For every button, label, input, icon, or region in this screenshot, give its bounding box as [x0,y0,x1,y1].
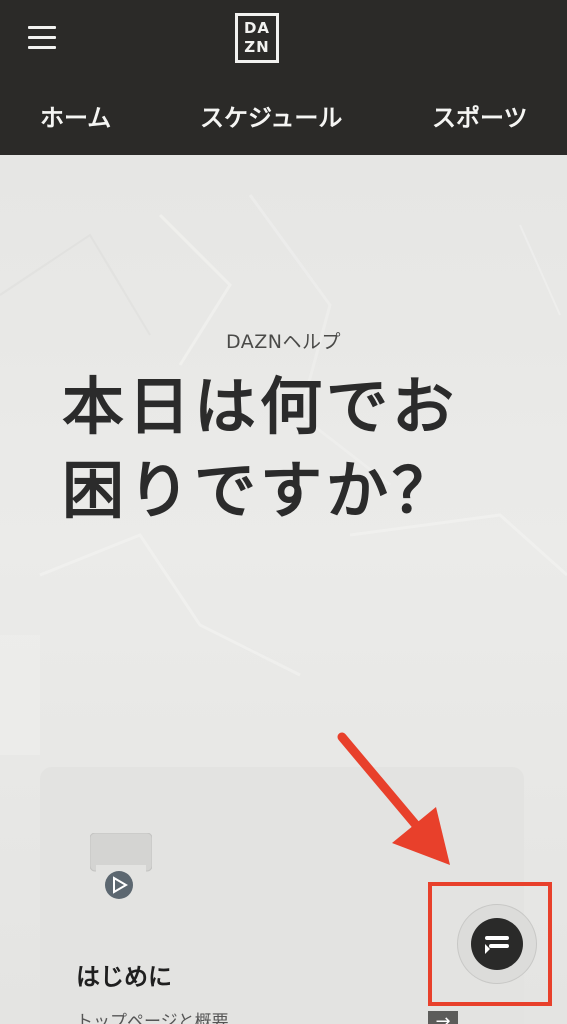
chat-support-button[interactable] [457,904,537,984]
nav-home[interactable]: ホーム [40,98,111,133]
hero-section: DAZNヘルプ 本日は何でお 困りですか？ はじめに トップページと概要 → [0,155,567,1024]
main-nav: ホーム スケジュール スポーツ [0,98,567,138]
play-video-icon [89,832,153,903]
dazn-logo[interactable]: DA ZN [235,13,279,63]
help-subtitle: DAZNヘルプ [225,331,342,353]
logo-text-top: DA [243,19,271,37]
headline-line-1: 本日は何でお [62,370,459,443]
getting-started-card[interactable]: はじめに トップページと概要 → [40,767,524,1024]
headline-line-2: 困りですか？ [62,454,459,527]
arrow-right-icon[interactable]: → [428,1011,458,1024]
nav-schedule[interactable]: スケジュール [200,98,342,133]
chat-bubble-icon [471,918,523,970]
card-subtext: トップページと概要 [76,1012,229,1024]
page-headline: 本日は何でお 困りですか？ [62,365,522,533]
hamburger-menu-icon[interactable] [28,26,56,50]
logo-text-bottom: ZN [244,38,270,56]
top-header: DA ZN ホーム スケジュール スポーツ [0,0,567,155]
nav-sports[interactable]: スポーツ [432,98,528,133]
card-title[interactable]: はじめに [76,957,172,992]
